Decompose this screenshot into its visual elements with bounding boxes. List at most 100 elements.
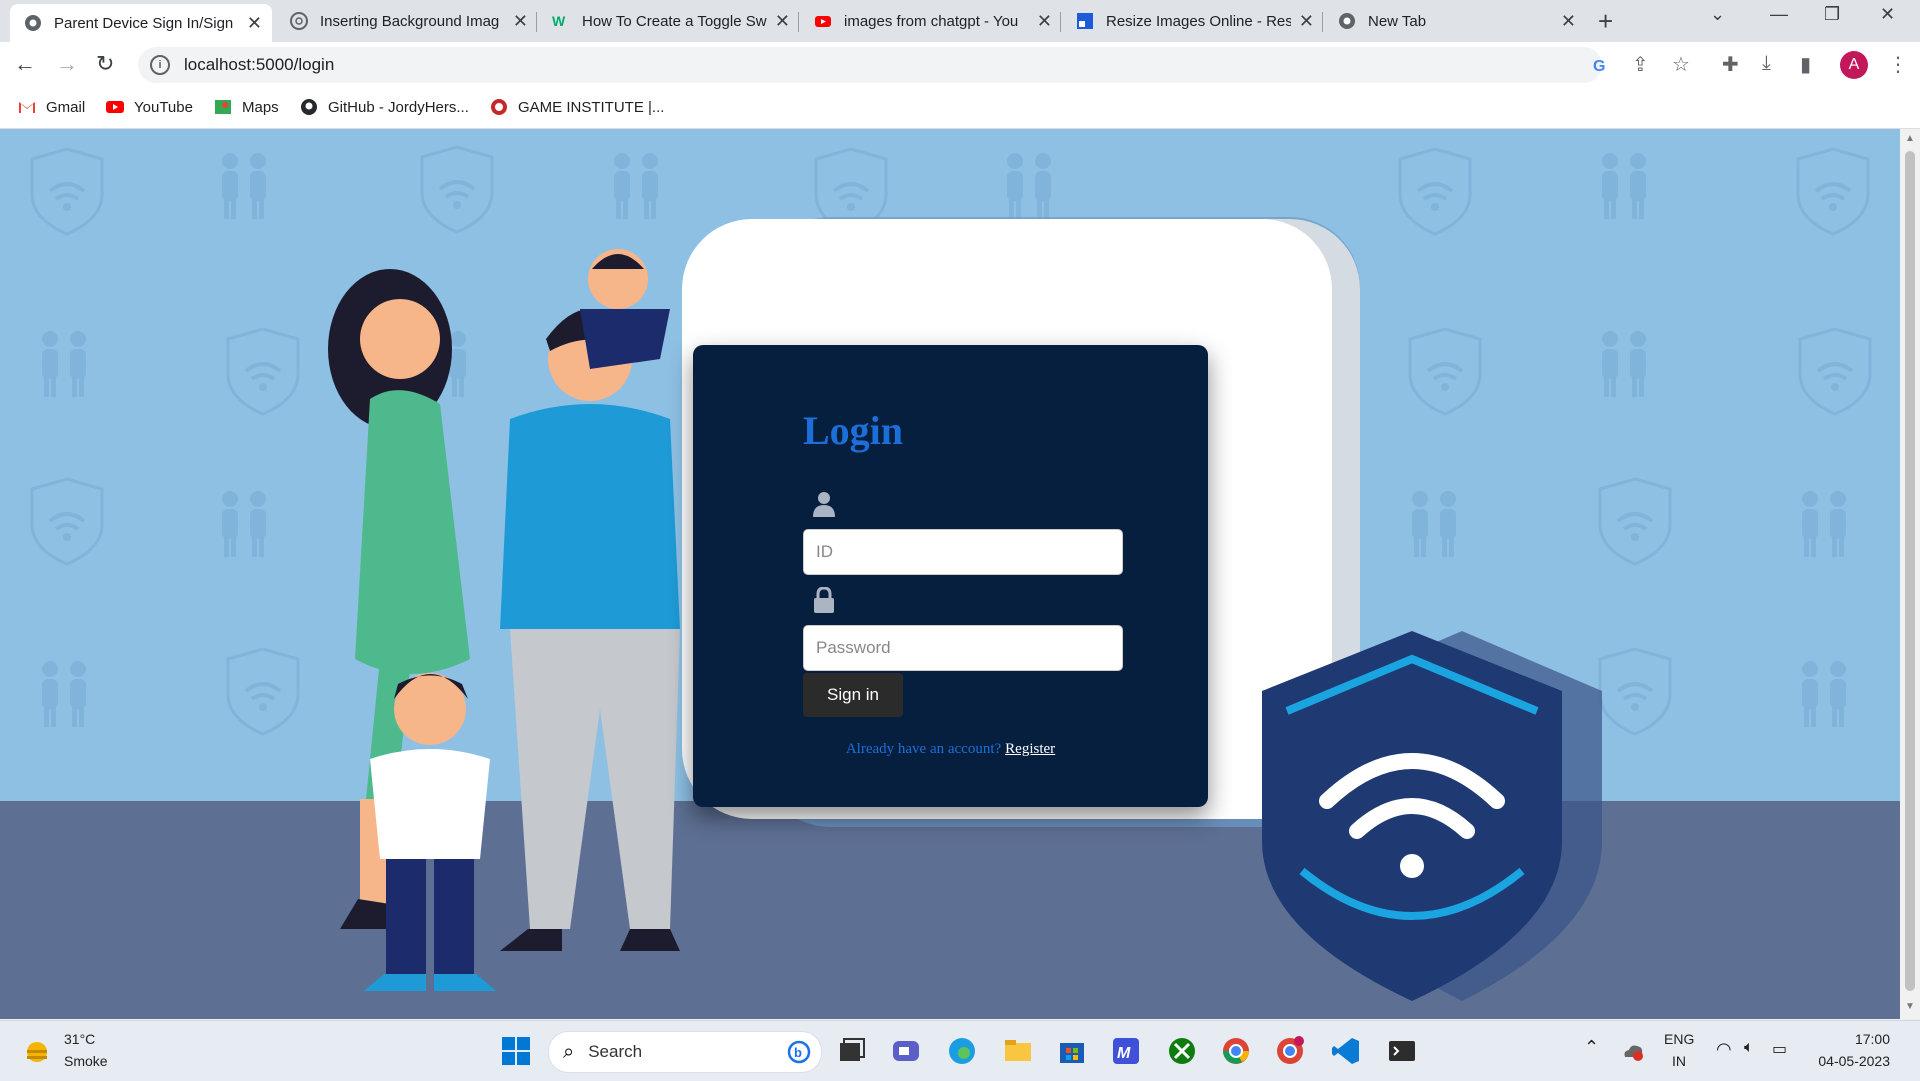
tab-toggle-switch[interactable]: W How To Create a Toggle Sw ✕ — [538, 4, 800, 38]
windows-taskbar: 31°C Smoke ⌕ Search b M ⌃ ENG IN ◠ 🔈︎ ▭ … — [0, 1020, 1920, 1081]
google-icon[interactable]: G — [1592, 56, 1610, 74]
back-icon[interactable]: ← — [14, 51, 36, 77]
scrollbar-thumb[interactable] — [1905, 151, 1915, 991]
task-view-icon[interactable] — [836, 1035, 868, 1067]
tab-title: How To Create a Toggle Sw — [582, 12, 767, 30]
url-text[interactable]: localhost:5000/login — [184, 55, 334, 75]
scroll-down-icon[interactable]: ▼ — [1905, 1001, 1915, 1012]
download-icon[interactable]: ⤓ — [1762, 52, 1771, 75]
close-icon[interactable]: ✕ — [775, 11, 790, 32]
forward-icon[interactable]: → — [56, 51, 78, 77]
volume-icon[interactable]: 🔈︎ — [1744, 1039, 1754, 1057]
chrome-icon[interactable] — [1220, 1035, 1252, 1067]
close-icon[interactable]: ✕ — [1561, 11, 1576, 32]
weather-desc[interactable]: Smoke — [64, 1053, 108, 1069]
lang-bottom[interactable]: IN — [1672, 1053, 1686, 1069]
youtube-icon — [815, 16, 831, 27]
bookmark-label: Maps — [242, 98, 279, 116]
tray-overflow-icon[interactable]: ⌃ — [1584, 1037, 1599, 1058]
tab-divider — [1322, 12, 1323, 32]
svg-text:G: G — [1593, 58, 1605, 74]
svg-text:M: M — [1117, 1045, 1131, 1062]
page-scrollbar[interactable]: ▲ ▼ — [1900, 129, 1920, 1019]
bing-icon[interactable]: b — [787, 1040, 811, 1064]
resize-app-icon — [1077, 13, 1093, 29]
id-input[interactable] — [803, 529, 1123, 575]
restore-icon[interactable]: ❐ — [1824, 4, 1840, 25]
youtube-icon — [106, 101, 124, 113]
weather-temp[interactable]: 31°C — [64, 1031, 95, 1047]
close-icon[interactable]: ✕ — [1299, 11, 1314, 32]
reload-icon[interactable]: ↻ — [96, 51, 114, 77]
search-icon: ⌕ — [563, 1040, 575, 1063]
tab-title: Resize Images Online - Res — [1106, 12, 1291, 30]
bookmark-maps[interactable]: Maps — [214, 98, 279, 116]
profile-avatar[interactable]: A — [1840, 51, 1868, 79]
tab-title: Parent Device Sign In/Sign — [54, 14, 234, 32]
wifi-icon[interactable]: ◠ — [1716, 1039, 1732, 1060]
bookmark-gmail[interactable]: Gmail — [18, 98, 85, 116]
browser-toolbar: ← → ↻ i localhost:5000/login G ⇪ ☆ ✚ ⤓ ▮… — [0, 42, 1920, 88]
close-icon[interactable]: ✕ — [247, 13, 262, 34]
tab-search-icon[interactable]: ⌄ — [1710, 4, 1725, 25]
math-app-icon[interactable]: M — [1110, 1035, 1142, 1067]
register-prompt-text: Already have an account? — [845, 741, 1002, 757]
weather-sun-icon[interactable] — [22, 1037, 52, 1067]
chrome-profile-icon[interactable] — [1274, 1035, 1306, 1067]
side-panel-icon[interactable]: ▮ — [1800, 52, 1811, 77]
user-icon — [813, 492, 835, 517]
register-link[interactable]: Register — [1005, 741, 1055, 757]
tab-new-tab[interactable]: New Tab ✕ — [1324, 4, 1586, 38]
bookmark-youtube[interactable]: YouTube — [106, 98, 193, 116]
tab-youtube[interactable]: images from chatgpt - You ✕ — [800, 4, 1062, 38]
extensions-icon[interactable]: ✚ — [1722, 52, 1739, 77]
terminal-icon[interactable] — [1386, 1035, 1418, 1067]
chrome-globe-icon — [25, 15, 41, 31]
minimize-icon[interactable]: — — [1770, 4, 1788, 25]
tab-title: images from chatgpt - You — [844, 12, 1019, 30]
scroll-up-icon[interactable]: ▲ — [1905, 133, 1915, 144]
address-bar[interactable]: i localhost:5000/login — [138, 47, 1602, 83]
file-explorer-icon[interactable] — [1002, 1035, 1034, 1067]
chrome-icon — [1339, 13, 1355, 29]
new-tab-button[interactable]: + — [1598, 6, 1613, 37]
clock-date[interactable]: 04-05-2023 — [1800, 1053, 1890, 1069]
lang-top[interactable]: ENG — [1664, 1031, 1694, 1047]
edge-icon[interactable] — [946, 1035, 978, 1067]
teams-chat-icon[interactable] — [890, 1035, 922, 1067]
tab-divider — [536, 12, 537, 32]
windows-start-icon[interactable] — [500, 1035, 532, 1067]
lock-icon — [814, 587, 834, 613]
github-icon — [301, 99, 317, 115]
wifi-shield-illustration — [1262, 631, 1602, 1001]
xbox-icon[interactable] — [1166, 1035, 1198, 1067]
close-icon[interactable]: ✕ — [1037, 11, 1052, 32]
taskbar-search[interactable]: ⌕ Search b — [548, 1031, 822, 1073]
bookmark-game-institute[interactable]: GAME INSTITUTE |... — [490, 98, 664, 116]
menu-kebab-icon[interactable]: ⋮ — [1888, 52, 1908, 77]
tab-title: New Tab — [1368, 12, 1427, 30]
register-prompt: Already have an account? Register — [693, 741, 1208, 758]
site-info-icon[interactable]: i — [150, 55, 170, 75]
login-page: Login Sign in Already have an account?Re… — [0, 129, 1900, 1019]
window-close-icon[interactable]: ✕ — [1880, 4, 1895, 25]
bookmark-label: Gmail — [46, 98, 86, 116]
battery-icon[interactable]: ▭ — [1772, 1039, 1787, 1059]
share-icon[interactable]: ⇪ — [1632, 52, 1649, 77]
tab-title: Inserting Background Imag — [320, 12, 500, 30]
vscode-icon[interactable] — [1330, 1035, 1362, 1067]
search-label: Search — [588, 1042, 643, 1061]
password-input[interactable] — [803, 625, 1123, 671]
tab-resize-images[interactable]: Resize Images Online - Res ✕ — [1062, 4, 1324, 38]
bookmark-star-icon[interactable]: ☆ — [1672, 52, 1690, 77]
tab-parent-device[interactable]: Parent Device Sign In/Sign ✕ — [10, 4, 272, 42]
clock-time[interactable]: 17:00 — [1830, 1031, 1890, 1047]
sign-in-button[interactable]: Sign in — [803, 673, 903, 717]
bookmark-label: GitHub - JordyHers... — [328, 98, 469, 116]
microsoft-store-icon[interactable] — [1056, 1035, 1088, 1067]
bookmark-github[interactable]: GitHub - JordyHers... — [300, 98, 469, 116]
family-illustration — [328, 249, 680, 991]
tab-inserting-background[interactable]: Inserting Background Imag ✕ — [276, 4, 538, 38]
onedrive-icon[interactable] — [1622, 1041, 1644, 1061]
close-icon[interactable]: ✕ — [513, 11, 528, 32]
